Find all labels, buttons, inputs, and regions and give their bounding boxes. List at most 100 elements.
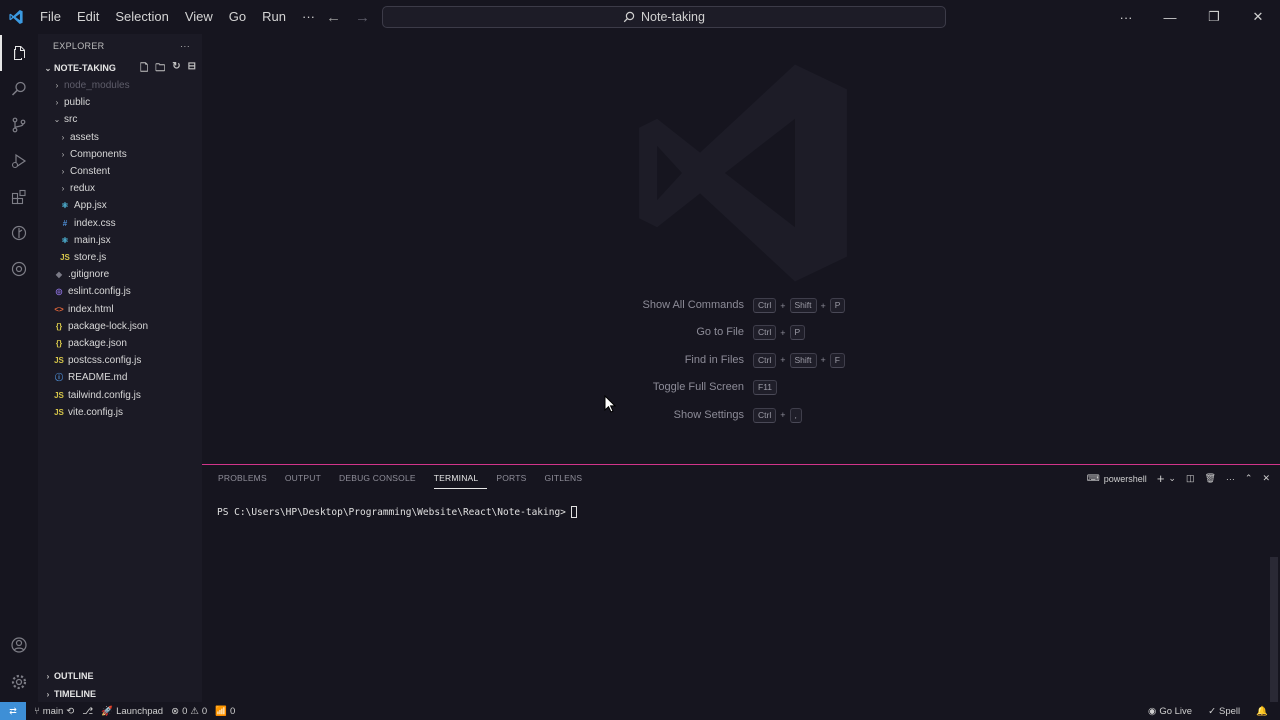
tab-debug-console[interactable]: DEBUG CONSOLE	[339, 471, 425, 489]
tree-file[interactable]: ⚛ main.jsx	[38, 232, 202, 249]
tab-output[interactable]: OUTPUT	[285, 471, 330, 489]
tree-file[interactable]: ◆ .gitignore	[38, 266, 202, 283]
react-file-icon: ⚛	[61, 235, 69, 245]
split-terminal-icon[interactable]: ◫	[1186, 473, 1195, 484]
tab-ports[interactable]: PORTS	[496, 471, 535, 489]
spell-button[interactable]: ✓ Spell	[1208, 706, 1240, 717]
timeline-label: TIMELINE	[54, 689, 96, 699]
new-terminal-icon[interactable]: +	[1157, 471, 1165, 486]
tab-gitlens[interactable]: GITLENS	[544, 471, 591, 489]
ports-status[interactable]: 📶 0	[215, 706, 235, 717]
chevron-down-icon[interactable]: ⌄	[1168, 473, 1176, 484]
explorer-sidebar: EXPLORER ··· ⌄ NOTE-TAKING 🗋 🗀 ↻ ⊟ › node…	[38, 34, 202, 702]
menu-more[interactable]: ···	[294, 0, 323, 34]
outline-section[interactable]: › OUTLINE	[38, 666, 202, 686]
menu-run[interactable]: Run	[254, 0, 294, 34]
go-live-button[interactable]: ◉ Go Live	[1148, 706, 1192, 717]
panel-more-icon[interactable]: ···	[1226, 474, 1235, 484]
new-folder-icon[interactable]: 🗀	[155, 61, 165, 78]
tree-item-label: README.md	[68, 372, 128, 384]
spell-label: Spell	[1219, 705, 1241, 717]
shortcut-keys: Ctrl + P	[753, 325, 806, 341]
launchpad-label: Launchpad	[116, 705, 164, 717]
menu-selection[interactable]: Selection	[107, 0, 176, 34]
close-window-icon[interactable]: ✕	[1236, 9, 1280, 25]
tree-file[interactable]: ◎ eslint.config.js	[38, 283, 202, 300]
search-icon[interactable]	[0, 71, 38, 107]
extensions-icon[interactable]	[0, 179, 38, 215]
restore-icon[interactable]: ❐	[1192, 9, 1236, 25]
chevron-right-icon: ›	[46, 689, 50, 699]
tab-problems[interactable]: PROBLEMS	[218, 471, 276, 489]
gitlens-status[interactable]: ⎇	[82, 706, 93, 717]
maximize-panel-icon[interactable]: ⌃	[1245, 473, 1253, 484]
tree-folder[interactable]: › public	[38, 94, 202, 111]
chevron-right-icon: ›	[55, 98, 59, 108]
refresh-icon[interactable]: ↻	[172, 61, 180, 78]
editor-area: Show All Commands Ctrl + Shift + P Go to File C…	[202, 34, 1280, 464]
trash-icon[interactable]: 🗑	[1204, 473, 1215, 484]
tree-item-label: .gitignore	[68, 269, 110, 281]
back-arrow-icon[interactable]: ←	[326, 9, 341, 26]
tree-folder[interactable]: › redux	[38, 180, 202, 197]
menu-view[interactable]: View	[177, 0, 221, 34]
js-file-icon: JS	[54, 407, 64, 417]
tree-folder[interactable]: ⌄ src	[38, 111, 202, 128]
run-debug-icon[interactable]	[0, 143, 38, 179]
branch-status[interactable]: ⑂ main ⟲	[34, 706, 74, 717]
tree-item-label: postcss.config.js	[68, 355, 142, 367]
tree-folder[interactable]: › node_modules	[38, 77, 202, 94]
gitlens-icon[interactable]	[0, 215, 38, 251]
close-panel-icon[interactable]: ✕	[1262, 473, 1270, 484]
project-section-header[interactable]: ⌄ NOTE-TAKING 🗋 🗀 ↻ ⊟	[38, 58, 202, 78]
explorer-files-icon[interactable]	[0, 35, 38, 71]
remote-indicator-icon[interactable]: ⇄	[0, 702, 26, 720]
tree-file[interactable]: <> index.html	[38, 301, 202, 318]
menu-go[interactable]: Go	[221, 0, 254, 34]
settings-gear-icon[interactable]	[0, 664, 38, 700]
tree-file[interactable]: JS vite.config.js	[38, 404, 202, 421]
keyboard-key: ,	[789, 407, 802, 423]
tree-folder[interactable]: › Components	[38, 146, 202, 163]
launchpad-status[interactable]: 🚀 Launchpad	[101, 706, 163, 717]
tree-item-label: Components	[70, 148, 127, 160]
forward-arrow-icon[interactable]: →	[355, 9, 370, 26]
keyboard-key: Ctrl	[753, 352, 777, 368]
git-graph-icon: ⎇	[82, 705, 94, 717]
accounts-icon[interactable]	[0, 627, 38, 663]
tree-folder[interactable]: › Constent	[38, 163, 202, 180]
tree-file[interactable]: JS postcss.config.js	[38, 352, 202, 369]
terminal-scrollbar[interactable]	[1270, 557, 1278, 703]
shortcut-keys: Ctrl + Shift + P	[753, 298, 846, 313]
tree-file[interactable]: JS store.js	[38, 249, 202, 266]
terminal-selector[interactable]: ⌨ powershell	[1087, 473, 1147, 484]
minimize-icon[interactable]: —	[1148, 10, 1192, 25]
explorer-more-icon[interactable]: ···	[180, 41, 190, 51]
tree-file[interactable]: # index.css	[38, 215, 202, 232]
shortcut-keys: Ctrl + Shift + F	[753, 352, 845, 368]
remote-explorer-icon[interactable]	[0, 251, 38, 287]
command-center-label: Note-taking	[641, 10, 705, 24]
tree-file[interactable]: {} package-lock.json	[38, 318, 202, 335]
tree-file[interactable]: ⓘ README.md	[38, 369, 202, 386]
terminal-name: powershell	[1103, 473, 1147, 484]
ports-count: 0	[230, 705, 236, 717]
tree-file[interactable]: ⚛ App.jsx	[38, 197, 202, 214]
chevron-right-icon: ›	[61, 167, 65, 176]
notifications-bell-icon[interactable]: 🔔	[1256, 706, 1268, 717]
terminal-prompt[interactable]: PS C:\Users\HP\Desktop\Programming\Websi…	[217, 506, 577, 518]
source-control-icon[interactable]	[0, 107, 38, 143]
collapse-all-icon[interactable]: ⊟	[188, 61, 196, 78]
menu-edit[interactable]: Edit	[69, 0, 107, 34]
tree-item-label: store.js	[74, 252, 107, 263]
tree-file[interactable]: {} package.json	[38, 335, 202, 352]
command-center[interactable]: Note-taking	[382, 6, 946, 28]
tree-folder[interactable]: › assets	[38, 129, 202, 146]
timeline-section[interactable]: › TIMELINE	[38, 684, 202, 704]
problems-status[interactable]: ⊗ 0 ⚠ 0	[171, 706, 207, 717]
tree-file[interactable]: JS tailwind.config.js	[38, 387, 202, 404]
layout-more-icon[interactable]: ···	[1104, 10, 1148, 25]
tab-terminal[interactable]: TERMINAL	[433, 471, 488, 489]
new-file-icon[interactable]: 🗋	[140, 61, 148, 78]
menu-file[interactable]: File	[32, 0, 69, 34]
